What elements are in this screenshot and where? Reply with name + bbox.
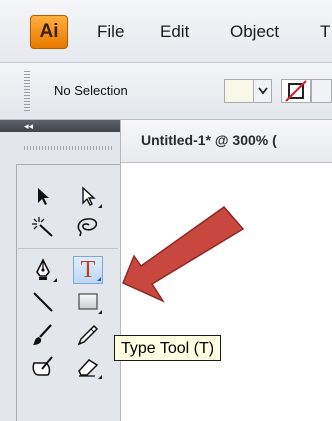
paintbrush-tool[interactable] [28, 321, 58, 349]
line-segment-tool[interactable] [28, 288, 58, 316]
stroke-dropdown-button[interactable] [311, 79, 332, 103]
submenu-indicator-icon [53, 278, 57, 282]
tool-tooltip: Type Tool (T) [114, 335, 222, 361]
menu-type[interactable]: T [320, 22, 330, 42]
app-logo-icon: Ai [30, 15, 68, 49]
eraser-tool[interactable] [73, 353, 103, 381]
tool-separator [18, 248, 118, 249]
submenu-indicator-icon [98, 204, 102, 208]
panel-grip[interactable] [24, 146, 112, 150]
document-tab[interactable]: Untitled-1* @ 300% ( [141, 132, 277, 148]
stroke-color-swatch[interactable] [281, 79, 311, 103]
control-bar-grip[interactable] [24, 71, 30, 111]
magic-wand-icon [32, 217, 53, 237]
direct-selection-tool[interactable] [73, 182, 103, 210]
pencil-icon [77, 324, 99, 346]
line-icon [33, 292, 53, 312]
blob-brush-icon [32, 356, 53, 376]
document-tab-bar: Untitled-1* @ 300% ( [121, 120, 332, 163]
menu-object[interactable]: Object [230, 22, 279, 42]
menu-edit[interactable]: Edit [160, 22, 189, 42]
fill-color-swatch[interactable] [224, 79, 254, 103]
blob-brush-tool[interactable] [28, 353, 58, 381]
menu-file[interactable]: File [97, 22, 124, 42]
type-icon: T [80, 257, 96, 283]
pen-tool[interactable] [28, 256, 58, 284]
collapse-icon[interactable]: ◂◂ [24, 120, 33, 132]
submenu-indicator-icon [98, 375, 102, 379]
selection-status: No Selection [54, 83, 128, 98]
lasso-tool[interactable] [73, 213, 103, 241]
arrow-icon [38, 188, 49, 205]
panel-header: ◂◂ [0, 120, 120, 132]
type-tool[interactable]: T [73, 256, 103, 284]
rectangle-tool[interactable] [73, 288, 103, 316]
selection-tool[interactable] [28, 182, 58, 210]
submenu-indicator-icon [97, 277, 101, 281]
submenu-indicator-icon [98, 310, 102, 314]
fill-dropdown-button[interactable] [254, 79, 272, 103]
lasso-icon [77, 218, 98, 237]
no-stroke-icon [285, 80, 307, 102]
pencil-tool[interactable] [73, 321, 103, 349]
hollow-arrow-icon [82, 186, 96, 206]
rectangle-icon [78, 293, 98, 310]
artboard-canvas[interactable] [121, 163, 332, 421]
paintbrush-icon [33, 324, 52, 345]
tools-panel: ◂◂ T [0, 120, 121, 421]
menu-bar: Ai File Edit Object T [0, 0, 332, 63]
control-bar: No Selection [0, 63, 332, 120]
pen-nib-icon [36, 258, 50, 280]
chevron-down-icon [257, 87, 268, 95]
magic-wand-tool[interactable] [28, 213, 58, 241]
